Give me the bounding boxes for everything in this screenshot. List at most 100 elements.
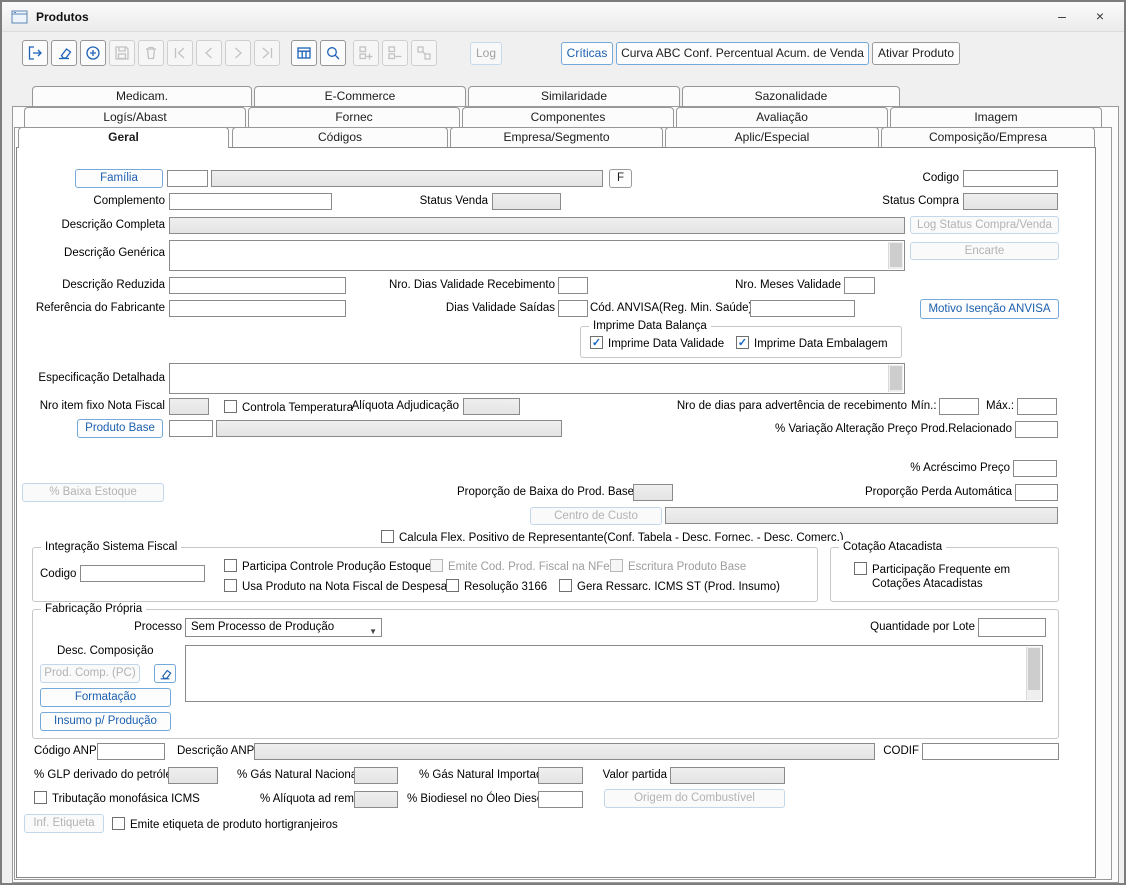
complemento-field[interactable] [169,193,332,210]
exit-button[interactable] [22,40,48,66]
nro-item-fixo-field[interactable] [169,398,209,415]
scrollbar[interactable] [1026,647,1041,700]
tab-sazonalidade[interactable]: Sazonalidade [682,86,900,106]
participacao-frequente-checkbox[interactable]: Participação Frequente em Cotações Ataca… [854,562,1034,591]
descricao-anp-field[interactable] [254,743,875,760]
produto-base-desc-field[interactable] [216,420,562,437]
baixa-estoque-button[interactable]: % Baixa Estoque [22,483,164,502]
cod-anvisa-field[interactable] [750,300,855,317]
acrescimo-preco-field[interactable] [1013,460,1057,477]
processo-select[interactable]: Sem Processo de Produção ▼ [185,618,382,637]
escritura-produto-base-checkbox[interactable]: Escritura Produto Base [610,559,746,574]
produto-base-code-field[interactable] [169,420,213,437]
tab-ecommerce[interactable]: E-Commerce [254,86,466,106]
curva-abc-button[interactable]: Curva ABC Conf. Percentual Acum. de Vend… [616,42,869,65]
glp-field[interactable] [168,767,218,784]
max-field[interactable] [1017,398,1057,415]
tab-medicam[interactable]: Medicam. [32,86,252,106]
origem-combustivel-button[interactable]: Origem do Combustível [604,789,785,808]
composicao-textarea[interactable] [185,645,1043,702]
criticas-button[interactable]: Críticas [561,42,613,65]
nav-last-button[interactable] [254,40,280,66]
scrollbar[interactable] [888,365,903,392]
motivo-isencao-anvisa-button[interactable]: Motivo Isenção ANVISA [920,299,1059,319]
encarte-button[interactable]: Encarte [910,242,1059,260]
tab-empresa-segmento[interactable]: Empresa/Segmento [450,127,663,147]
tab-componentes[interactable]: Componentes [462,107,674,127]
aliquota-adjudicacao-field[interactable] [463,398,520,415]
controla-temperatura-checkbox[interactable]: Controla Temperatura [224,400,353,415]
imprime-data-embalagem-checkbox[interactable]: ✓ Imprime Data Embalagem [736,336,888,351]
status-compra-field[interactable] [963,193,1058,210]
group-remove-button[interactable] [382,40,408,66]
fiscal-codigo-field[interactable] [80,565,205,582]
calcula-flex-checkbox[interactable]: Calcula Flex. Positivo de Representante(… [381,530,844,545]
codigo-field[interactable] [963,170,1058,187]
imprime-data-validade-checkbox[interactable]: ✓ Imprime Data Validade [590,336,724,351]
insumo-producao-button[interactable]: Insumo p/ Produção [40,712,171,731]
search-button[interactable] [320,40,346,66]
gas-natural-importado-field[interactable] [538,767,583,784]
tab-logis-abast[interactable]: Logís/Abast [24,107,246,127]
formatacao-button[interactable]: Formatação [40,688,171,707]
nro-dias-validade-recebimento-field[interactable] [558,277,588,294]
nav-next-button[interactable] [225,40,251,66]
tab-avaliacao[interactable]: Avaliação [676,107,888,127]
tab-fornec[interactable]: Fornec [248,107,460,127]
referencia-fabricante-field[interactable] [169,300,346,317]
min-field[interactable] [939,398,979,415]
tab-geral[interactable]: Geral [18,127,229,148]
centro-de-custo-field[interactable] [665,507,1058,524]
tab-aplic-especial[interactable]: Aplic/Especial [665,127,879,147]
gas-natural-nacional-field[interactable] [354,767,398,784]
nav-prev-button[interactable] [196,40,222,66]
proporcao-perda-field[interactable] [1015,484,1058,501]
log-button[interactable]: Log [470,42,502,65]
variacao-preco-field[interactable] [1015,421,1058,438]
group-add-button[interactable] [353,40,379,66]
f-button[interactable]: F [609,169,632,188]
participa-controle-checkbox[interactable]: Participa Controle Produção Estoque [224,559,431,574]
familia-code-field[interactable] [167,170,208,187]
inf-etiqueta-button[interactable]: Inf. Etiqueta [24,814,104,833]
tributacao-monofasica-checkbox[interactable]: Tributação monofásica ICMS [34,791,200,806]
add-button[interactable] [80,40,106,66]
familia-button[interactable]: Família [75,169,163,188]
nro-meses-validade-field[interactable] [844,277,875,294]
codigo-anp-field[interactable] [97,743,165,760]
eraser-button[interactable] [154,664,176,683]
close-icon[interactable]: × [1084,2,1116,32]
scrollbar[interactable] [888,242,903,269]
usa-produto-nf-checkbox[interactable]: Usa Produto na Nota Fiscal de Despesa [224,579,447,594]
tab-imagem[interactable]: Imagem [890,107,1102,127]
biodiesel-field[interactable] [538,791,583,808]
familia-desc-field[interactable] [211,170,603,187]
prod-comp-pc-button[interactable]: Prod. Comp. (PC) [40,664,140,683]
log-status-compra-venda-button[interactable]: Log Status Compra/Venda [910,216,1059,234]
delete-button[interactable] [138,40,164,66]
nav-first-button[interactable] [167,40,193,66]
emite-cod-prod-checkbox[interactable]: Emite Cod. Prod. Fiscal na NFe [430,559,610,574]
valor-partida-field[interactable] [670,767,785,784]
tab-codigos[interactable]: Códigos [232,127,448,147]
gera-ressarc-checkbox[interactable]: Gera Ressarc. ICMS ST (Prod. Insumo) [559,579,780,594]
descricao-generica-textarea[interactable] [169,240,905,271]
proporcao-baixa-field[interactable] [633,484,673,501]
codif-field[interactable] [922,743,1059,760]
dias-validade-saidas-field[interactable] [558,300,588,317]
descricao-reduzida-field[interactable] [169,277,346,294]
status-venda-field[interactable] [492,193,561,210]
tab-similaridade[interactable]: Similaridade [468,86,680,106]
especificacao-detalhada-textarea[interactable] [169,363,905,394]
tab-composicao-empresa[interactable]: Composição/Empresa [881,127,1095,147]
group-merge-button[interactable] [411,40,437,66]
minimize-icon[interactable]: – [1046,2,1078,32]
descricao-completa-field[interactable] [169,217,905,234]
produto-base-button[interactable]: Produto Base [77,419,163,438]
grid-view-button[interactable] [291,40,317,66]
centro-de-custo-button[interactable]: Centro de Custo [530,507,662,525]
aliquota-ad-rem-field[interactable] [354,791,398,808]
save-button[interactable] [109,40,135,66]
emite-etiqueta-checkbox[interactable]: Emite etiqueta de produto hortigranjeiro… [112,817,338,832]
resolucao-3166-checkbox[interactable]: Resolução 3166 [446,579,547,594]
